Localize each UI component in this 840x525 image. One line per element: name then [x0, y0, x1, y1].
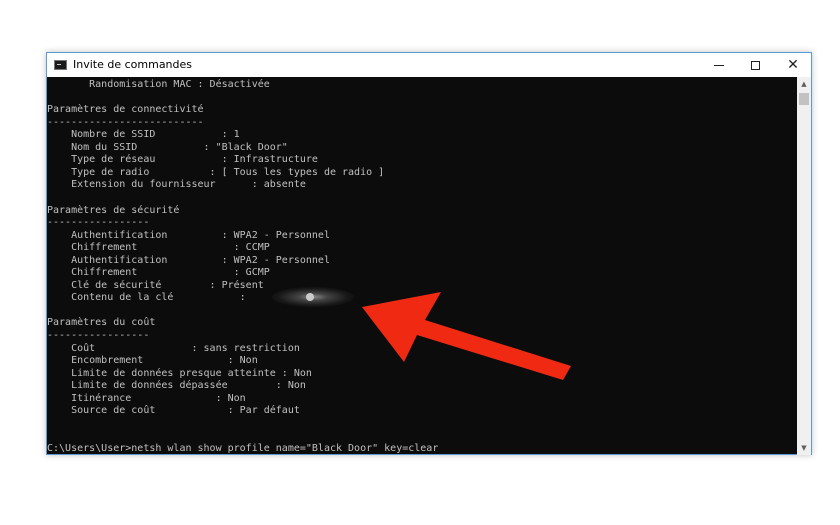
console-line: Authentification : WPA2 - Personnel [47, 229, 330, 241]
console-output[interactable]: Randomisation MAC : Désactivée Paramètres… [47, 77, 797, 455]
console-line: Nom du SSID : "Black Door" [47, 141, 288, 153]
console-line: Encombrement : Non [47, 355, 258, 367]
command-prompt-window: Invite de commandes ✕ Randomisation MAC … [46, 52, 812, 455]
cmd-icon [54, 60, 67, 70]
console-line: Authentification : WPA2 - Personnel [47, 254, 330, 266]
console-line: Type de radio : [ Tous les types de radi… [47, 166, 385, 178]
maximize-icon [750, 60, 760, 70]
title-bar[interactable]: Invite de commandes ✕ [47, 53, 811, 77]
maximize-button[interactable] [737, 53, 773, 77]
console-line: ----------------- [47, 217, 150, 229]
console-line: Paramètres de connectivité [47, 104, 204, 116]
console-line: Limite de données presque atteinte : Non [47, 367, 312, 379]
console-line: Paramètres de sécurité [47, 204, 180, 216]
console-line: Contenu de la clé : [47, 292, 246, 304]
scroll-down-icon[interactable]: ▼ [797, 441, 811, 455]
window-title: Invite de commandes [73, 58, 193, 71]
console-line: Limite de données dépassée : Non [47, 380, 306, 392]
console-line: Source de coût : Par défaut [47, 405, 300, 417]
console-line: C:\Users\User>netsh wlan show profile na… [47, 442, 439, 454]
console-line: Chiffrement : GCMP [47, 267, 270, 279]
scroll-up-icon[interactable]: ▲ [797, 77, 811, 91]
console-line: ----------------- [47, 330, 150, 341]
console-line: Clé de sécurité : Présent [47, 279, 264, 291]
scrollbar-thumb[interactable] [799, 93, 809, 105]
console-line: Coût : sans restriction [47, 342, 300, 354]
close-button[interactable]: ✕ [775, 53, 811, 77]
console-line: Type de réseau : Infrastructure [47, 154, 318, 166]
console-line: Itinérance : Non [47, 392, 246, 404]
console-line: Chiffrement : CCMP [47, 242, 270, 254]
redacted-key-blur [272, 287, 354, 307]
console-line: -------------------------- [47, 116, 204, 128]
console-line: Extension du fournisseur : absente [47, 179, 306, 191]
console-line: Randomisation MAC : Désactivée [47, 79, 270, 90]
minimize-button[interactable] [701, 53, 737, 77]
console-line: Nombre de SSID : 1 [47, 129, 240, 141]
close-icon: ✕ [787, 57, 799, 73]
vertical-scrollbar[interactable]: ▲ ▼ [797, 77, 811, 455]
console-line: Paramètres du coût [47, 317, 156, 329]
minimize-icon [714, 64, 724, 66]
